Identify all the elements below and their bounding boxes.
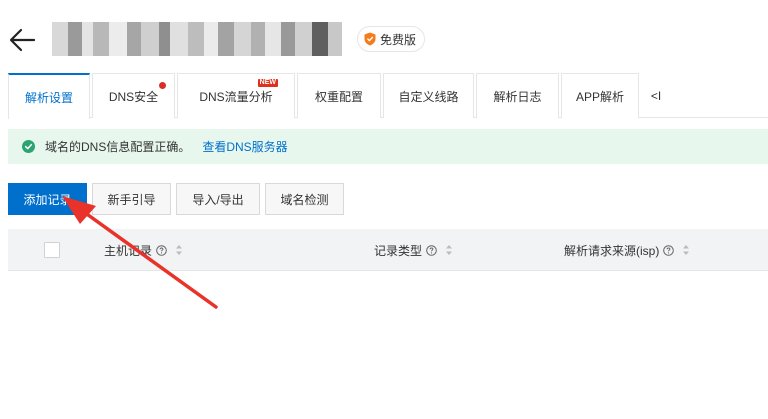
guide-button[interactable]: 新手引导 <box>92 183 171 215</box>
column-host-record[interactable]: 主机记录 <box>104 229 183 271</box>
sort-icon[interactable] <box>445 244 453 256</box>
shield-icon <box>364 32 376 46</box>
tab-dns-security[interactable]: DNS安全 <box>92 73 175 118</box>
tab-weight-config[interactable]: 权重配置 <box>297 73 381 118</box>
free-edition-badge: 免费版 <box>357 26 426 52</box>
tab-label: DNS安全 <box>108 89 159 104</box>
tab-label: 解析设置 <box>24 90 73 105</box>
tab-label: 自定义线路 <box>398 89 459 104</box>
help-icon[interactable] <box>156 244 167 256</box>
column-label: 记录类型 <box>374 243 423 258</box>
tab-label: 解析日志 <box>493 89 542 104</box>
column-record-type[interactable]: 记录类型 <box>374 229 453 271</box>
badge-label: 免费版 <box>380 32 417 47</box>
tab-label: APP解析 <box>575 89 624 104</box>
column-resolution-source-isp[interactable]: 解析请求来源(isp) <box>564 229 690 271</box>
alert-text: 域名的DNS信息配置正确。 <box>45 140 191 154</box>
tab-scroll-left-icon[interactable]: <I <box>641 73 671 118</box>
new-badge: NEW <box>257 79 278 87</box>
tab-dns-traffic-analysis[interactable]: DNS流量分析 NEW <box>177 73 295 118</box>
select-all-checkbox[interactable] <box>44 242 60 258</box>
sort-icon[interactable] <box>175 244 183 256</box>
domain-name-redacted <box>52 22 342 56</box>
tab-label: 权重配置 <box>314 89 363 104</box>
add-record-button[interactable]: 添加记录 <box>8 183 87 215</box>
view-dns-servers-link[interactable]: 查看DNS服务器 <box>202 138 287 155</box>
help-icon[interactable] <box>426 244 437 256</box>
import-export-button[interactable]: 导入/导出 <box>176 183 260 215</box>
tab-dns-settings[interactable]: 解析设置 <box>8 73 90 119</box>
dns-status-alert: 域名的DNS信息配置正确。 查看DNS服务器 <box>8 129 768 164</box>
tab-label: DNS流量分析 <box>199 89 273 104</box>
tab-custom-lines[interactable]: 自定义线路 <box>383 73 474 118</box>
tab-dns-logs[interactable]: 解析日志 <box>476 73 559 118</box>
sort-icon[interactable] <box>682 244 690 256</box>
tab-app-dns[interactable]: APP解析 <box>561 73 639 118</box>
table-header: 主机记录 记录类型 解析请求来源(isp) <box>8 229 768 271</box>
tab-bar: 解析设置 DNS安全 DNS流量分析 NEW 权重配置 自定义线路 解析日志 A… <box>8 73 768 119</box>
notification-dot <box>159 82 166 89</box>
column-label: 解析请求来源(isp) <box>564 243 660 258</box>
help-icon[interactable] <box>663 244 675 256</box>
arrow-left-icon[interactable] <box>8 26 36 54</box>
check-circle-icon <box>22 140 35 153</box>
column-label: 主机记录 <box>104 243 153 258</box>
domain-check-button[interactable]: 域名检测 <box>265 183 344 215</box>
